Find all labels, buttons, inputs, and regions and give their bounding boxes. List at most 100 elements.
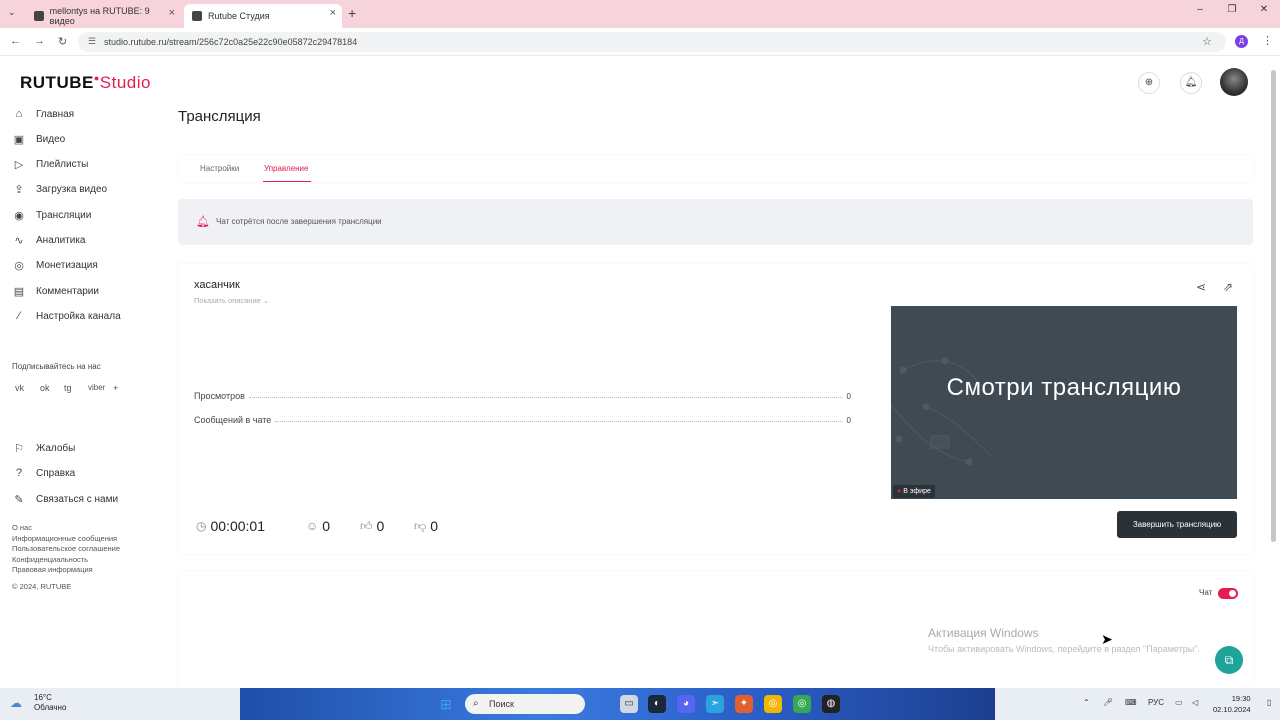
footer-link[interactable]: О нас — [12, 523, 120, 534]
external-link-icon[interactable]: ⇗ — [1223, 280, 1233, 294]
sidebar-item-monetization[interactable]: ◎ Монетизация — [12, 256, 98, 274]
add-content-icon[interactable]: ⊕ — [1138, 72, 1160, 94]
microphone-icon[interactable]: 🎤︎ — [1103, 698, 1113, 707]
obs-icon[interactable]: ◍ — [822, 695, 840, 713]
tab-search-icon[interactable]: ⌄ — [8, 7, 16, 18]
sidebar-item-label: Справка — [36, 467, 76, 479]
taskbar-search[interactable]: ⌕ Поиск — [465, 694, 585, 714]
viber-icon[interactable]: viber — [88, 383, 105, 392]
close-tab-icon[interactable]: × — [330, 7, 336, 19]
user-avatar[interactable] — [1220, 68, 1248, 96]
forward-icon[interactable]: → — [34, 35, 45, 47]
tab-management[interactable]: Управление — [264, 164, 308, 173]
sidebar-item-video[interactable]: ▣ Видео — [12, 130, 65, 148]
chrome-icon[interactable]: ◎ — [764, 695, 782, 713]
browser-profile-avatar[interactable]: Д — [1235, 35, 1248, 48]
tab-title: mellontys на RUTUBE: 9 видео — [49, 6, 150, 26]
browser-menu-icon[interactable]: ⋮ — [1262, 34, 1273, 47]
sidebar-item-upload[interactable]: ⇪ Загрузка видео — [12, 180, 107, 198]
chrome-active-icon[interactable]: ◎ — [793, 695, 811, 713]
sidebar-item-home[interactable]: ⌂ Главная — [12, 105, 74, 123]
viewers-value: 0 — [322, 518, 331, 534]
upload-icon: ⇪ — [14, 183, 24, 196]
live-badge-label: В эфире — [903, 488, 931, 495]
tray-overflow-icon[interactable]: ⌃ — [1083, 698, 1090, 707]
show-description-link[interactable]: Показать описание ⌄ — [194, 296, 269, 305]
sidebar-item-comments[interactable]: ▤ Комментарии — [12, 282, 99, 300]
chat-toggle[interactable] — [1218, 588, 1238, 599]
thumbs-up-icon: 👍︎ — [360, 518, 373, 533]
sidebar-item-label: Главная — [36, 108, 75, 120]
bookmark-star-icon[interactable]: ☆ — [1202, 35, 1212, 48]
likes-counter: 👍︎ 0 — [360, 518, 384, 534]
discord-icon[interactable]: ◕ — [677, 695, 695, 713]
footer-link[interactable]: Информационные сообщения — [12, 534, 120, 545]
telegram-icon[interactable]: tg — [64, 383, 72, 393]
tab-title: Rutube Студия — [208, 11, 270, 21]
browser-tab-1[interactable]: mellontys на RUTUBE: 9 видео × — [26, 4, 181, 28]
page-scrollbar[interactable] — [1271, 70, 1276, 542]
taskbar-clock[interactable]: 19:30 02.10.2024 — [1213, 693, 1251, 715]
show-description-label: Показать описание — [194, 296, 261, 305]
notification-center-icon[interactable]: ▯ — [1267, 698, 1271, 707]
stat-value: 0 — [846, 416, 851, 425]
ok-icon[interactable]: ok — [40, 383, 50, 393]
sidebar-item-playlists[interactable]: ▷ Плейлисты — [12, 155, 89, 173]
stat-chat-messages: Сообщений в чате 0 — [194, 413, 851, 425]
vk-icon[interactable]: vk — [15, 383, 24, 393]
support-chat-button[interactable]: ⧉ — [1215, 646, 1243, 674]
url-field[interactable]: ☰ studio.rutube.ru/stream/256c72c0a25e22… — [78, 32, 1226, 52]
chat-notice: 🔔︎ Чат сотрётся после завершения трансля… — [178, 199, 1253, 245]
footer-link[interactable]: Правовая информация — [12, 565, 120, 576]
language-indicator[interactable]: РУС — [1148, 698, 1164, 707]
sidebar-item-broadcasts[interactable]: ◉ Трансляции — [12, 206, 91, 224]
sidebar-item-channel-settings[interactable]: ⁄ Настройка канала — [12, 307, 121, 325]
stream-preview[interactable]: Смотри трансляцию — [891, 306, 1237, 499]
app-icon[interactable]: ✦ — [735, 695, 753, 713]
file-explorer-icon[interactable]: ▭ — [620, 695, 638, 713]
weather-widget[interactable]: 16°C Облачно — [34, 693, 66, 713]
pencil-icon: ✎ — [14, 493, 24, 506]
page-title: Трансляция — [178, 108, 261, 125]
viewer-icon: ☺ — [306, 519, 319, 533]
likes-value: 0 — [376, 518, 385, 534]
end-stream-button[interactable]: Завершить трансляцию — [1117, 511, 1237, 538]
sidebar-item-complaints[interactable]: ⚐ Жалобы — [12, 439, 75, 457]
clock-icon: ◷ — [196, 519, 207, 533]
logo-studio: Studio — [99, 73, 151, 92]
timer-counter: ◷ 00:00:01 — [196, 518, 265, 534]
minimize-icon[interactable]: – — [1184, 4, 1216, 15]
sidebar-item-analytics[interactable]: ∿ Аналитика — [12, 231, 85, 249]
rutube-studio-logo[interactable]: RUTUBE●Studio — [20, 73, 151, 93]
sidebar-item-help[interactable]: ? Справка — [12, 464, 75, 482]
windows-start-icon[interactable]: ⊞ — [440, 696, 452, 713]
volume-icon[interactable]: ◁ — [1192, 698, 1198, 707]
browser-tab-bar: ⌄ mellontys на RUTUBE: 9 видео × Rutube … — [0, 0, 1280, 28]
sidebar-item-contact[interactable]: ✎ Связаться с нами — [12, 490, 118, 508]
more-social-icon[interactable]: + — [113, 383, 118, 393]
reload-icon[interactable]: ↻ — [58, 35, 67, 48]
network-icon[interactable]: ▭ — [1175, 698, 1183, 707]
taskbar-wallpaper — [240, 688, 995, 720]
notifications-bell-icon[interactable]: 🔔︎ — [1180, 72, 1202, 94]
telegram-app-icon[interactable]: ➣ — [706, 695, 724, 713]
browser-tab-2[interactable]: Rutube Студия × — [184, 4, 342, 28]
rutube-favicon-icon — [34, 11, 44, 21]
live-badge: ● В эфире — [893, 485, 935, 498]
video-icon: ▣ — [13, 133, 25, 146]
footer-link[interactable]: Пользовательское соглашение — [12, 544, 120, 555]
share-icon[interactable]: ⋖ — [1196, 280, 1206, 294]
tab-settings[interactable]: Настройки — [200, 164, 239, 173]
keyboard-icon[interactable]: ⌨ — [1125, 698, 1137, 707]
steam-icon[interactable]: ◐ — [648, 695, 666, 713]
timer-value: 00:00:01 — [210, 518, 265, 534]
restore-icon[interactable]: ❐ — [1216, 4, 1248, 15]
help-icon: ? — [15, 467, 23, 479]
dislikes-value: 0 — [430, 518, 438, 534]
site-info-icon[interactable]: ☰ — [88, 36, 96, 47]
close-window-icon[interactable]: ✕ — [1248, 4, 1280, 15]
footer-link[interactable]: Конфиденциальность — [12, 555, 120, 566]
back-icon[interactable]: ← — [10, 35, 21, 47]
close-tab-icon[interactable]: × — [169, 7, 175, 19]
new-tab-icon[interactable]: + — [348, 5, 356, 21]
